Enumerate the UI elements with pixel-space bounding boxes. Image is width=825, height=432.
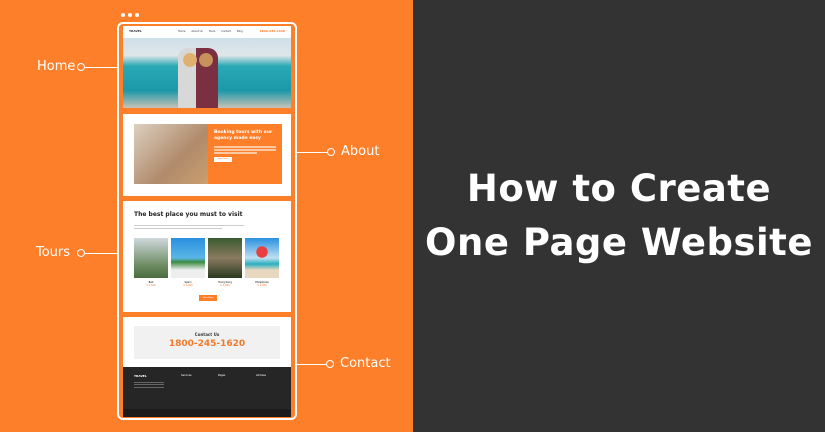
website-mockup: TRAVEL Home About Us Tours Contact Blog 1800… <box>117 22 297 420</box>
footer-logo: TRAVEL <box>134 374 147 378</box>
about-read-more-button[interactable]: Read More <box>214 156 232 162</box>
about-section: Booking tours with our agency made easy … <box>123 114 291 196</box>
callout-dot <box>77 249 85 257</box>
label-home: Home <box>37 59 76 74</box>
callout-dot <box>327 148 335 156</box>
tour-price: $ 1,800 <box>220 284 230 287</box>
hero-photo <box>123 38 291 108</box>
title-line-1: How to Create <box>466 167 772 210</box>
nav-item: Tours <box>208 30 216 33</box>
contact-section: Contact Us 1800-245-1620 <box>123 317 291 367</box>
tour-price: $ 1,500 <box>146 284 156 287</box>
tour-card[interactable]: Bali $ 1,500 <box>134 238 168 287</box>
nav-item: About Us <box>191 30 203 33</box>
label-tours: Tours <box>36 245 71 260</box>
title-line-2: One Page Website <box>425 221 813 264</box>
about-heading: Booking tours with our agency made easy <box>214 130 273 141</box>
tour-cards: Bali $ 1,500 Spain $ 1,200 Hong Kong $ 1,80… <box>134 238 279 287</box>
about-photo <box>134 124 208 184</box>
tour-card[interactable]: Hong Kong $ 1,800 <box>208 238 242 287</box>
mockup-nav: Home About Us Tours Contact Blog <box>178 30 243 33</box>
contact-heading: Contact Us <box>194 332 220 337</box>
tour-price: $ 1,200 <box>183 284 193 287</box>
tour-card[interactable]: Philippines $ 1,400 <box>245 238 279 287</box>
mockup-logo: TRAVEL <box>129 29 142 33</box>
tour-price: $ 1,400 <box>257 284 267 287</box>
nav-item: Home <box>178 30 186 33</box>
callout-dot <box>326 360 334 368</box>
callout-dot <box>77 63 85 71</box>
home-section: TRAVEL Home About Us Tours Contact Blog 1800… <box>123 26 291 108</box>
callout-line <box>85 67 117 68</box>
callout-line <box>297 364 326 365</box>
footer-heading: Pages <box>218 374 226 377</box>
view-more-button[interactable]: View More <box>199 295 217 301</box>
label-contact: Contact <box>340 356 391 371</box>
contact-phone: 1800-245-1620 <box>168 339 246 349</box>
title-panel: How to Create One Page Website <box>413 0 825 432</box>
window-dots <box>121 13 139 17</box>
tours-heading: The best place you must to visit <box>134 211 243 218</box>
tours-section: The best place you must to visit Bali $ 1… <box>123 201 291 312</box>
nav-item: Contact <box>221 30 231 33</box>
footer-section: TRAVEL Services Pages Address <box>123 367 291 417</box>
callout-line <box>297 152 327 153</box>
nav-item: Blog <box>237 30 243 33</box>
footer-heading: Address <box>256 374 266 377</box>
callout-line <box>85 253 117 254</box>
tour-card[interactable]: Spain $ 1,200 <box>171 238 205 287</box>
footer-heading: Services <box>181 374 192 377</box>
label-about: About <box>341 144 380 159</box>
mockup-header-phone: 1800-245-1620 <box>259 29 285 33</box>
